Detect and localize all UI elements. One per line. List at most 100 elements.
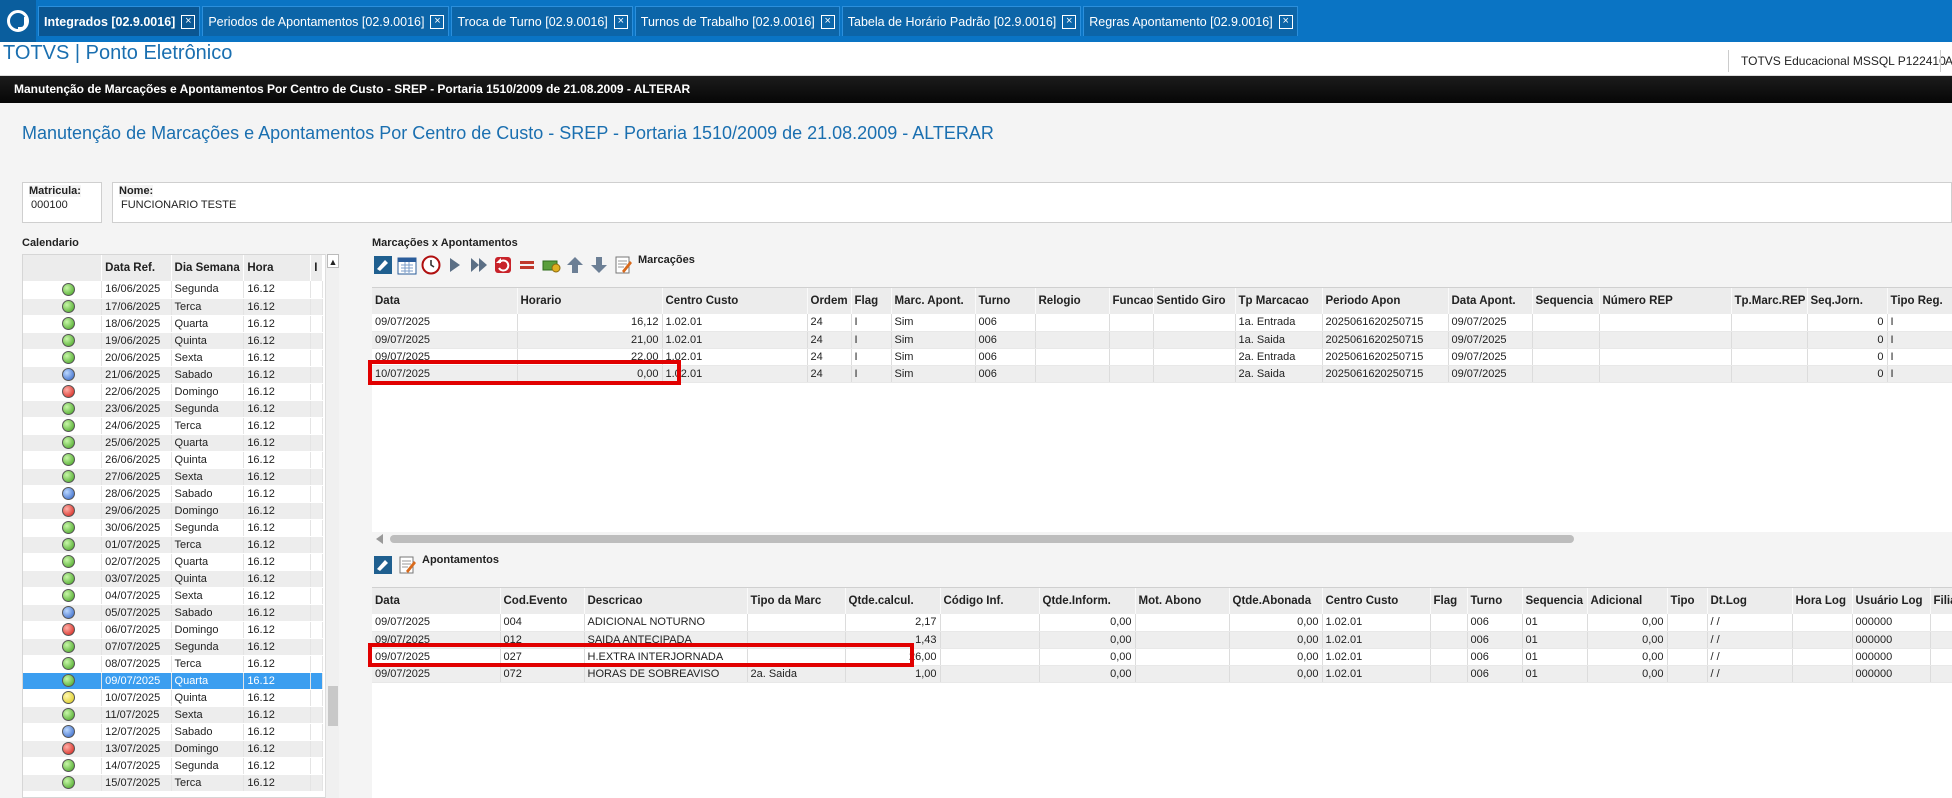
calendar-row[interactable]: 07/07/2025 Segunda 16.12 (23, 638, 323, 656)
column-header[interactable]: Tp Marcacao (1235, 288, 1323, 314)
table-row[interactable]: 09/07/2025 027 H.EXTRA INTERJORNADA 26,00 0,… (372, 648, 1952, 666)
column-header[interactable]: Flag (1430, 588, 1468, 614)
column-header[interactable]: Tipo (1667, 588, 1708, 614)
close-icon[interactable]: × (820, 14, 835, 29)
close-icon[interactable]: × (181, 14, 196, 29)
calendar-row[interactable]: 13/07/2025 Domingo 16.12 (23, 740, 323, 758)
table-row[interactable]: 09/07/2025 072 HORAS DE SOBREAVISO 2a. Said… (372, 665, 1952, 683)
tab-item[interactable]: Integrados [02.9.0016] × (38, 6, 201, 36)
calendar-row[interactable]: 15/07/2025 Terca 16.12 (23, 774, 323, 792)
calendar-row[interactable]: 02/07/2025 Quarta 16.12 (23, 553, 323, 571)
calendar-row[interactable]: 19/06/2025 Quinta 16.12 (23, 332, 323, 350)
column-header[interactable]: Número REP (1599, 288, 1732, 314)
totvs-logo-icon[interactable] (0, 0, 36, 42)
tab-item[interactable]: Troca de Turno [02.9.0016] × (451, 6, 633, 36)
column-header[interactable]: Descricao (584, 588, 748, 614)
close-icon[interactable]: × (1062, 14, 1077, 29)
column-header[interactable]: Data (372, 288, 518, 314)
calendar-row[interactable]: 30/06/2025 Segunda 16.12 (23, 519, 323, 537)
column-header[interactable]: Cod.Evento (500, 588, 585, 614)
calendar-row[interactable]: 21/06/2025 Sabado 16.12 (23, 366, 323, 384)
table-row[interactable]: 09/07/2025 21,00 1.02.01 24 I Sim 006 1a. Saida… (372, 331, 1952, 349)
notes-icon[interactable] (612, 254, 634, 276)
money-icon[interactable] (540, 254, 562, 276)
marcacoes-horizontal-scrollbar[interactable] (376, 533, 1578, 545)
table-row[interactable]: 09/07/2025 16,12 1.02.01 24 I Sim 006 1a. Entra… (372, 314, 1952, 332)
table-row[interactable]: 09/07/2025 012 SAIDA ANTECIPADA 1,43 0,00 0,0… (372, 631, 1952, 649)
calendar-scrollbar[interactable]: ▲ (325, 254, 339, 798)
calendar-row[interactable]: 20/06/2025 Sexta 16.12 (23, 349, 323, 367)
column-header[interactable]: Adicional (1587, 588, 1668, 614)
column-header[interactable]: Sequencia (1532, 288, 1600, 314)
calendar-column-header[interactable]: Data Ref. (101, 255, 172, 281)
column-header[interactable]: Ordem (807, 288, 852, 314)
calendar-row[interactable]: 25/06/2025 Quarta 16.12 (23, 434, 323, 452)
table-row[interactable]: 10/07/2025 0,00 1.02.01 24 I Sim 006 2a. Saida 2… (372, 365, 1952, 383)
calendar-row[interactable]: 18/06/2025 Quarta 16.12 (23, 315, 323, 333)
column-header[interactable]: Relogio (1035, 288, 1110, 314)
column-header[interactable]: Sentido Giro (1153, 288, 1236, 314)
column-header[interactable]: Tipo da Marc (747, 588, 846, 614)
edit-record-icon[interactable] (372, 254, 394, 276)
tab-item[interactable]: Turnos de Trabalho [02.9.0016] × (634, 6, 840, 36)
equals-icon[interactable] (516, 254, 538, 276)
column-header[interactable]: Hora Log (1792, 588, 1853, 614)
calendar-row[interactable]: 23/06/2025 Segunda 16.12 (23, 400, 323, 418)
calendar-row[interactable]: 10/07/2025 Quinta 16.12 (23, 689, 323, 707)
calendar-row[interactable]: 29/06/2025 Domingo 16.12 (23, 502, 323, 520)
column-header[interactable]: Data (372, 588, 501, 614)
calendar-column-header[interactable]: Hora (243, 255, 312, 281)
scroll-left-icon[interactable] (376, 534, 383, 544)
nome-field[interactable]: Nome: FUNCIONARIO TESTE (112, 182, 1952, 223)
close-icon[interactable]: × (613, 14, 628, 29)
calendar-row[interactable]: 27/06/2025 Sexta 16.12 (23, 468, 323, 486)
next-icon[interactable] (444, 254, 466, 276)
notes-icon[interactable] (396, 554, 418, 576)
calendar-row[interactable]: 17/06/2025 Terca 16.12 (23, 298, 323, 316)
scroll-up-icon[interactable]: ▲ (327, 254, 339, 268)
table-row[interactable]: 09/07/2025 22,00 1.02.01 24 I Sim 006 2a. Entra… (372, 348, 1952, 366)
calendar-row[interactable]: 01/07/2025 Terca 16.12 (23, 536, 323, 554)
column-header[interactable]: Dt.Log (1707, 588, 1793, 614)
horizontal-scroll-thumb[interactable] (390, 535, 1574, 543)
tab-item[interactable]: Regras Apontamento [02.9.0016] × (1083, 6, 1298, 36)
column-header[interactable]: Mot. Abono (1135, 588, 1230, 614)
calendar-icon[interactable] (396, 254, 418, 276)
column-header[interactable]: Qtde.Inform. (1039, 588, 1136, 614)
column-header[interactable]: Filial CCT (1930, 588, 1952, 614)
tab-item[interactable]: Periodos de Apontamentos [02.9.0016] × (202, 6, 450, 36)
calendar-row[interactable]: 12/07/2025 Sabado 16.12 (23, 723, 323, 741)
column-header[interactable]: Sequencia (1522, 588, 1588, 614)
column-header[interactable]: Tp.Marc.REP (1731, 288, 1808, 314)
calendar-column-header[interactable] (23, 255, 103, 281)
column-header[interactable]: Horario (517, 288, 663, 314)
tab-item[interactable]: Tabela de Horário Padrão [02.9.0016] × (841, 6, 1082, 36)
calendar-row[interactable]: 04/07/2025 Sexta 16.12 (23, 587, 323, 605)
close-icon[interactable]: × (430, 14, 445, 29)
calendar-row[interactable]: 28/06/2025 Sabado 16.12 (23, 485, 323, 503)
move-down-icon[interactable] (588, 254, 610, 276)
move-up-icon[interactable] (564, 254, 586, 276)
undo-icon[interactable] (492, 254, 514, 276)
fast-forward-icon[interactable] (468, 254, 490, 276)
clock-icon[interactable] (420, 254, 442, 276)
column-header[interactable]: Qtde.Abonada (1229, 588, 1323, 614)
column-header[interactable]: Funcao (1109, 288, 1154, 314)
column-header[interactable]: Turno (975, 288, 1036, 314)
edit-record-icon[interactable] (372, 554, 394, 576)
column-header[interactable]: Turno (1467, 588, 1523, 614)
column-header[interactable]: Seq.Jorn. (1807, 288, 1888, 314)
calendar-row[interactable]: 26/06/2025 Quinta 16.12 (23, 451, 323, 469)
column-header[interactable]: Marc. Apont. (891, 288, 976, 314)
calendar-row[interactable]: 14/07/2025 Segunda 16.12 (23, 757, 323, 775)
calendar-row[interactable]: 11/07/2025 Sexta 16.12 (23, 706, 323, 724)
calendar-row[interactable]: 16/06/2025 Segunda 16.12 (23, 281, 323, 299)
calendar-row[interactable]: 22/06/2025 Domingo 16.12 (23, 383, 323, 401)
calendar-row[interactable]: 06/07/2025 Domingo 16.12 (23, 621, 323, 639)
column-header[interactable]: Flag (851, 288, 892, 314)
scroll-thumb[interactable] (328, 686, 338, 726)
column-header[interactable]: Usuário Log (1852, 588, 1931, 614)
close-icon[interactable]: × (1278, 14, 1293, 29)
column-header[interactable]: Centro Custo (662, 288, 808, 314)
calendar-row[interactable]: 05/07/2025 Sabado 16.12 (23, 604, 323, 622)
